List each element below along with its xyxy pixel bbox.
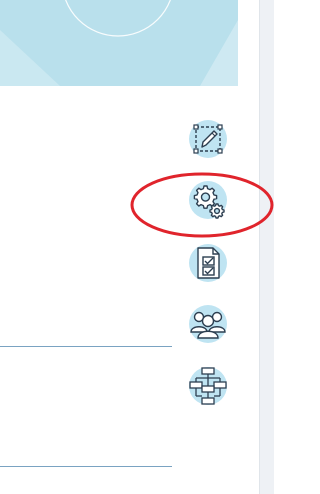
flowchart-icon (189, 367, 227, 405)
users-group-icon (189, 305, 227, 343)
users-button[interactable] (188, 304, 228, 344)
header-banner (0, 0, 238, 86)
section-divider (0, 466, 172, 467)
banner-decoration (0, 0, 238, 86)
workflow-button[interactable] (188, 366, 228, 406)
pencil-edit-icon (189, 120, 227, 158)
section-divider (0, 346, 172, 347)
checklist-button[interactable] (188, 243, 228, 283)
right-scroll-panel[interactable] (259, 0, 274, 494)
checklist-document-icon (189, 244, 227, 282)
settings-button[interactable] (188, 180, 228, 220)
edit-button[interactable] (188, 119, 228, 159)
gears-icon (189, 181, 227, 219)
